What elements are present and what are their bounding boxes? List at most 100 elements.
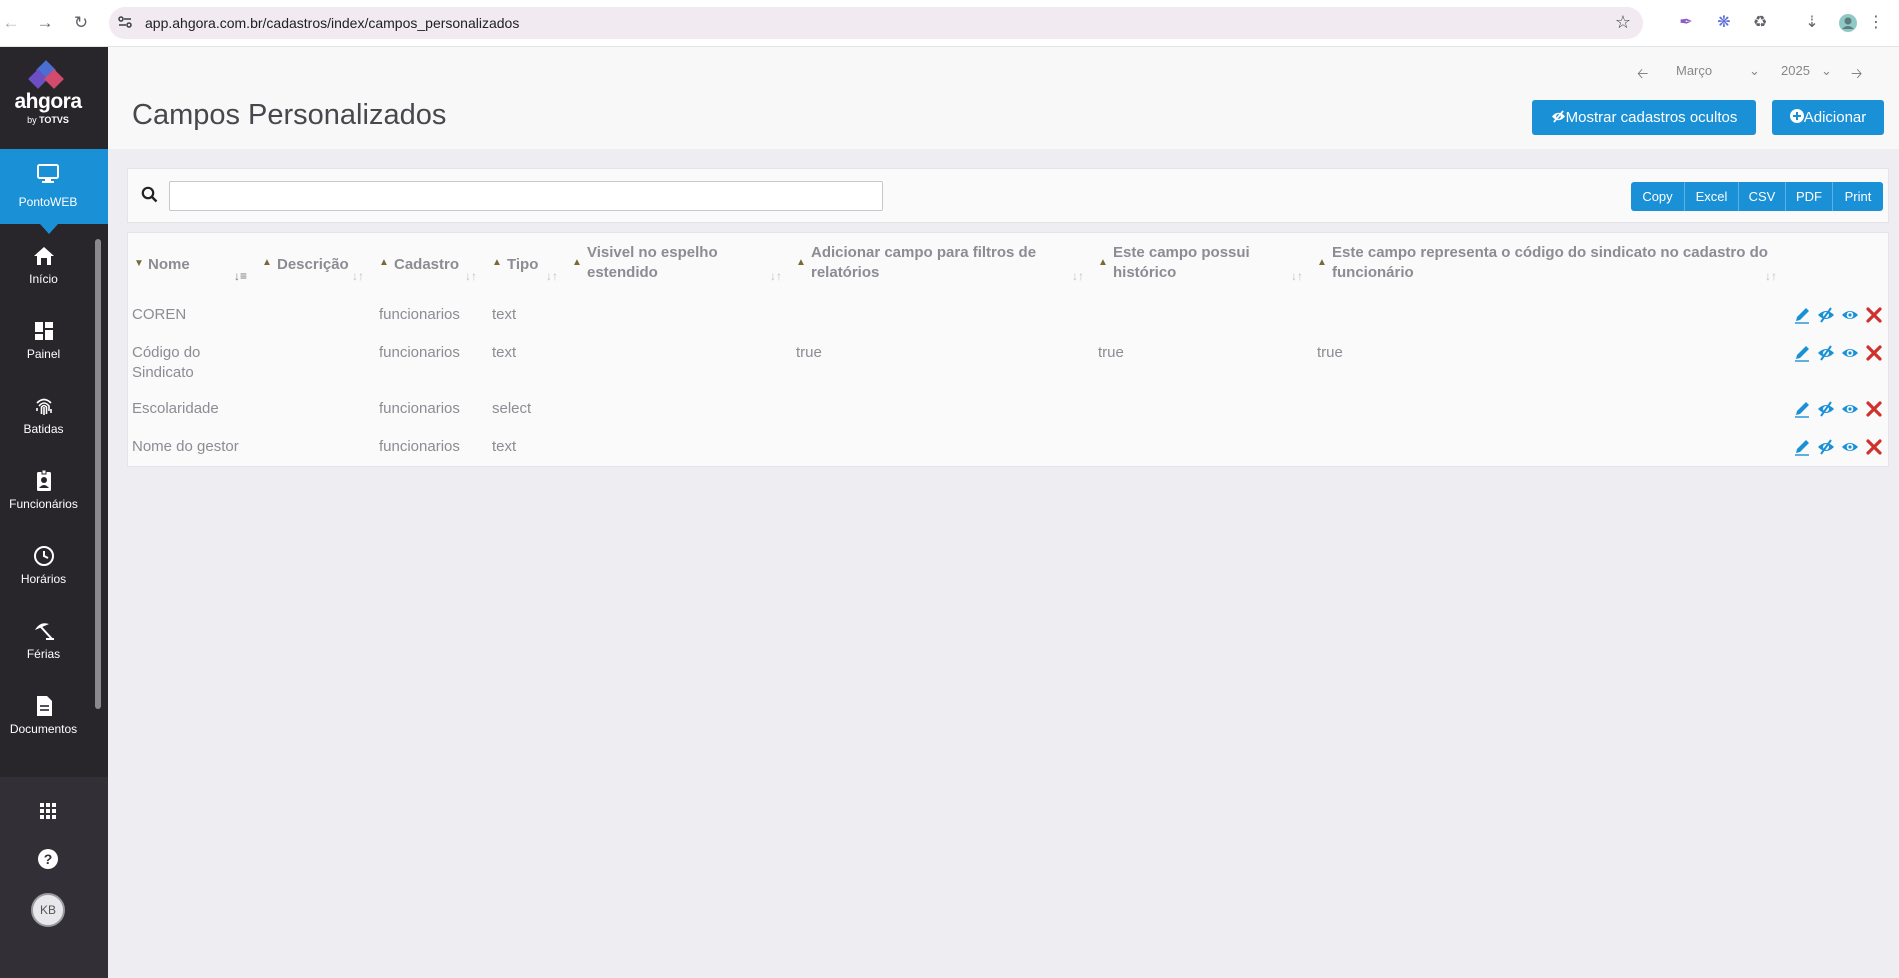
profile-icon[interactable]	[1836, 11, 1860, 35]
apps-grid-icon[interactable]	[36, 799, 60, 823]
logo-mark	[28, 60, 68, 91]
edit-pencil-icon[interactable]	[1793, 306, 1811, 324]
search-icon	[141, 186, 158, 203]
edit-pencil-icon[interactable]	[1793, 344, 1811, 362]
page-header: Campos Personalizados 🡠 Março ⌄ 2025 ⌄ 🡢…	[108, 47, 1899, 149]
sidebar-item-label: Batidas	[23, 422, 64, 436]
year-chevron-down-icon[interactable]: ⌄	[1821, 63, 1832, 79]
delete-x-icon[interactable]	[1865, 438, 1883, 456]
site-settings-icon[interactable]	[117, 14, 133, 30]
cell-cadastro: funcionarios	[379, 344, 460, 361]
view-eye-icon[interactable]	[1841, 438, 1859, 456]
sidebar-item-label: Documentos	[9, 722, 78, 736]
view-eye-icon[interactable]	[1841, 306, 1859, 324]
cell-nome: Código do Sindicato	[132, 344, 201, 381]
column-header-label: Cadastro	[394, 256, 460, 273]
column-header-label: Descrição	[277, 256, 349, 273]
download-icon[interactable]: ⇣	[1800, 11, 1824, 35]
gear-extension-icon[interactable]: ❋	[1712, 11, 1736, 35]
hide-eye-slash-icon[interactable]	[1817, 344, 1835, 362]
month-select[interactable]: Março	[1676, 63, 1712, 78]
quill-extension-icon[interactable]: ✒	[1674, 11, 1698, 35]
excel-button[interactable]: Excel	[1684, 182, 1738, 211]
cell-tipo: select	[492, 400, 532, 417]
bookmark-star-icon[interactable]: ☆	[1615, 12, 1631, 33]
avatar[interactable]: KB	[31, 893, 65, 927]
column-header-label: Tipo	[507, 256, 539, 273]
hide-eye-slash-icon[interactable]	[1817, 400, 1835, 418]
view-eye-icon[interactable]	[1841, 344, 1859, 362]
column-header-label: Este campo possui histórico	[1113, 244, 1250, 281]
sidebar: ahgora by TOTVS PontoWEB Início Painel B…	[0, 47, 108, 978]
export-button-group: Copy Excel CSV PDF Print	[1631, 182, 1883, 211]
view-eye-icon[interactable]	[1841, 400, 1859, 418]
ahgora-logo[interactable]: ahgora by TOTVS	[0, 60, 96, 125]
pdf-button[interactable]: PDF	[1785, 182, 1832, 211]
address-bar[interactable]: app.ahgora.com.br/cadastros/index/campos…	[109, 7, 1643, 39]
sidebar-item-label: PontoWEB	[18, 195, 78, 209]
sort-icon: ▲︎	[796, 257, 806, 268]
sort-arrows-icon: ↓↑	[1072, 269, 1084, 283]
edit-pencil-icon[interactable]	[1793, 400, 1811, 418]
forward-icon[interactable]: →	[34, 12, 56, 34]
plus-circle-icon	[1789, 109, 1804, 123]
beach-umbrella-icon	[34, 623, 54, 640]
edit-pencil-icon[interactable]	[1793, 438, 1811, 456]
clock-icon	[33, 546, 54, 566]
copy-button[interactable]: Copy	[1631, 182, 1684, 211]
sidebar-item-horarios[interactable]: Horários	[0, 544, 87, 586]
cell-sindicato: true	[1317, 344, 1343, 361]
sort-icon: ▲︎	[1098, 257, 1108, 268]
sidebar-item-batidas[interactable]: Batidas	[0, 394, 87, 436]
sort-icon: ▲︎	[492, 257, 502, 268]
year-select[interactable]: 2025	[1781, 63, 1810, 78]
hide-eye-slash-icon[interactable]	[1817, 306, 1835, 324]
cell-tipo: text	[492, 344, 517, 361]
csv-button[interactable]: CSV	[1738, 182, 1785, 211]
sidebar-item-painel[interactable]: Painel	[0, 319, 87, 361]
reload-icon[interactable]: ↻	[70, 12, 92, 34]
browser-menu-icon[interactable]: ⋮	[1868, 11, 1884, 35]
previous-month-icon[interactable]: 🡠	[1637, 63, 1648, 87]
help-icon[interactable]: ?	[36, 847, 60, 871]
cell-nome: Escolaridade	[132, 400, 219, 417]
delete-x-icon[interactable]	[1865, 344, 1883, 362]
hide-eye-slash-icon[interactable]	[1817, 438, 1835, 456]
show-hidden-records-label: Mostrar cadastros ocultos	[1565, 109, 1738, 126]
sidebar-item-label: Horários	[20, 572, 67, 586]
sort-arrows-icon: ↓↑	[352, 269, 364, 283]
sort-icon: ▲︎	[1317, 257, 1327, 268]
show-hidden-records-button[interactable]: Mostrar cadastros ocultos	[1532, 100, 1756, 135]
sidebar-item-funcionarios[interactable]: Funcionários	[0, 469, 87, 511]
sidebar-item-label: Painel	[26, 347, 61, 361]
search-input[interactable]	[169, 181, 883, 211]
sidebar-scrollbar[interactable]	[95, 239, 101, 709]
fingerprint-icon	[35, 398, 52, 415]
delete-x-icon[interactable]	[1865, 306, 1883, 324]
home-icon	[33, 247, 54, 265]
sort-arrows-icon: ↓↑	[465, 269, 477, 283]
delete-x-icon[interactable]	[1865, 400, 1883, 418]
sidebar-item-inicio[interactable]: Início	[0, 244, 87, 286]
sidebar-item-documentos[interactable]: Documentos	[0, 694, 87, 736]
logo-name: ahgora	[14, 90, 82, 113]
add-button[interactable]: Adicionar	[1772, 100, 1884, 135]
cell-filtros: true	[796, 344, 822, 361]
extensions-icon[interactable]: ♻	[1748, 11, 1772, 35]
print-button[interactable]: Print	[1832, 182, 1883, 211]
month-chevron-down-icon[interactable]: ⌄	[1749, 63, 1760, 79]
dashboard-icon	[34, 322, 53, 340]
back-icon[interactable]: ←	[0, 12, 22, 34]
cell-tipo: text	[492, 306, 517, 323]
cell-cadastro: funcionarios	[379, 306, 460, 323]
sidebar-item-ferias[interactable]: Férias	[0, 619, 87, 661]
add-button-label: Adicionar	[1803, 109, 1867, 126]
next-month-icon[interactable]: 🡢	[1851, 63, 1862, 87]
cell-tipo: text	[492, 438, 517, 455]
sidebar-item-pontoweb[interactable]: PontoWEB	[0, 149, 108, 234]
sort-arrows-icon: ↓↑	[546, 269, 558, 283]
monitor-icon	[37, 164, 59, 183]
sort-arrows-icon: ↓↑	[1291, 269, 1303, 283]
page-title: Campos Personalizados	[132, 99, 447, 131]
sort-alpha-desc-icon: ↓≡	[234, 269, 248, 283]
